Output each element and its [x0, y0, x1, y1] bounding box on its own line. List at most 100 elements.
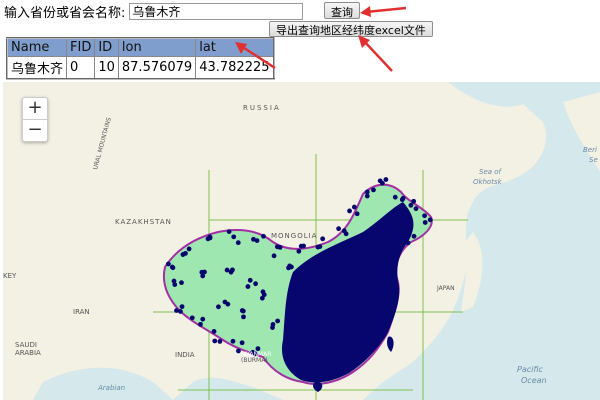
location-point[interactable] [212, 338, 218, 344]
table-header-cell: FID [66, 37, 96, 57]
table-cell: 乌鲁木齐 [6, 56, 68, 80]
location-point[interactable] [413, 206, 419, 212]
location-point[interactable] [216, 304, 221, 310]
location-point[interactable] [239, 340, 245, 346]
location-point[interactable] [240, 308, 246, 314]
location-point[interactable] [405, 240, 411, 246]
table-cell: 10 [94, 56, 119, 80]
location-point[interactable] [271, 253, 277, 259]
location-point[interactable] [343, 231, 349, 237]
label-ocean: Ocean [521, 376, 547, 385]
label-bering-sea: Se [589, 156, 598, 164]
location-point[interactable] [364, 189, 370, 195]
location-point[interactable] [354, 211, 360, 217]
label-mongolia: MONGOLIA [271, 232, 317, 240]
label-arabian-sea: Arabian [97, 384, 125, 392]
search-label: 输入省份或省会名称: [4, 5, 126, 21]
location-point[interactable] [364, 193, 370, 199]
location-point[interactable] [231, 234, 237, 240]
location-point[interactable] [174, 308, 179, 313]
location-point[interactable] [392, 194, 398, 200]
location-point[interactable] [169, 264, 175, 270]
zoom-out-button[interactable]: − [23, 120, 47, 141]
label-pacific: Pacific [517, 365, 544, 374]
location-point[interactable] [404, 232, 410, 238]
location-point[interactable] [179, 304, 185, 310]
table-cell: 0 [66, 56, 96, 80]
location-point[interactable] [254, 238, 260, 244]
table-header-cell: Name [6, 37, 68, 57]
annotation-arrow-query [360, 6, 407, 17]
location-point[interactable] [296, 248, 302, 254]
location-point[interactable] [171, 278, 177, 284]
location-point[interactable] [178, 309, 183, 314]
annotation-arrow-export [358, 35, 393, 72]
location-point[interactable] [275, 318, 281, 324]
location-point[interactable] [411, 198, 417, 204]
label-japan: JAPAN [436, 285, 455, 292]
label-bering: Beri [583, 146, 597, 154]
zoom-in-button[interactable]: + [23, 98, 47, 120]
base-map: RUSSIA KAZAKHSTAN MONGOLIA IRAN SAUDI AR… [3, 82, 600, 400]
location-point[interactable] [383, 177, 389, 182]
location-point[interactable] [274, 244, 280, 250]
label-myanmar: MYANMAR [241, 351, 271, 358]
location-point[interactable] [235, 240, 241, 246]
location-point[interactable] [270, 322, 276, 327]
location-point[interactable] [259, 295, 265, 301]
location-point[interactable] [287, 263, 293, 269]
location-point[interactable] [347, 208, 352, 214]
table-header-cell: lon [117, 37, 197, 57]
location-point[interactable] [183, 250, 188, 256]
label-iran: IRAN [73, 308, 90, 316]
location-point[interactable] [226, 229, 232, 235]
label-burma: (BURMA) [241, 357, 268, 364]
location-point[interactable] [427, 217, 433, 223]
table-header-cell: ID [94, 37, 119, 57]
location-point[interactable] [230, 338, 236, 344]
location-point[interactable] [422, 213, 427, 219]
label-saudi: SAUDI [15, 341, 37, 349]
location-point[interactable] [261, 233, 266, 239]
map-view[interactable]: RUSSIA KAZAKHSTAN MONGOLIA IRAN SAUDI AR… [3, 82, 600, 400]
location-point[interactable] [408, 202, 414, 208]
location-point[interactable] [200, 316, 206, 322]
location-point[interactable] [400, 195, 406, 201]
query-button[interactable]: 查询 [324, 2, 360, 19]
search-input[interactable] [129, 2, 304, 20]
label-russia: RUSSIA [243, 104, 281, 112]
location-point[interactable] [200, 273, 206, 279]
label-okhotsk: Okhotsk [473, 178, 503, 186]
location-point[interactable] [211, 329, 217, 334]
location-point[interactable] [371, 187, 376, 193]
location-point[interactable] [228, 269, 234, 275]
location-point[interactable] [247, 277, 253, 283]
location-point[interactable] [225, 301, 231, 307]
location-point[interactable] [377, 178, 383, 184]
location-point[interactable] [422, 220, 428, 225]
label-kazakhstan: KAZAKHSTAN [115, 218, 172, 226]
location-point[interactable] [320, 236, 326, 242]
location-point[interactable] [298, 243, 304, 249]
label-india: INDIA [175, 351, 195, 359]
location-point[interactable] [241, 314, 246, 320]
location-point[interactable] [352, 204, 357, 210]
location-point[interactable] [253, 281, 259, 287]
location-point[interactable] [179, 280, 184, 286]
location-point[interactable] [245, 284, 251, 289]
location-point[interactable] [217, 339, 223, 344]
label-arabia: ARABIA [15, 349, 41, 357]
label-sea-of-okhotsk: Sea of [479, 168, 503, 176]
zoom-control: + − [22, 97, 48, 142]
location-point[interactable] [189, 315, 195, 321]
location-point[interactable] [207, 235, 213, 241]
location-point[interactable] [336, 226, 342, 232]
table-cell: 87.576079 [117, 56, 197, 80]
label-key: KEY [3, 272, 17, 280]
location-point[interactable] [411, 233, 417, 239]
location-point[interactable] [198, 321, 203, 327]
export-excel-button[interactable]: 导出查询地区经纬度excel文件 [269, 21, 433, 37]
location-point[interactable] [165, 261, 171, 267]
location-point[interactable] [186, 246, 192, 252]
location-point[interactable] [317, 244, 323, 250]
